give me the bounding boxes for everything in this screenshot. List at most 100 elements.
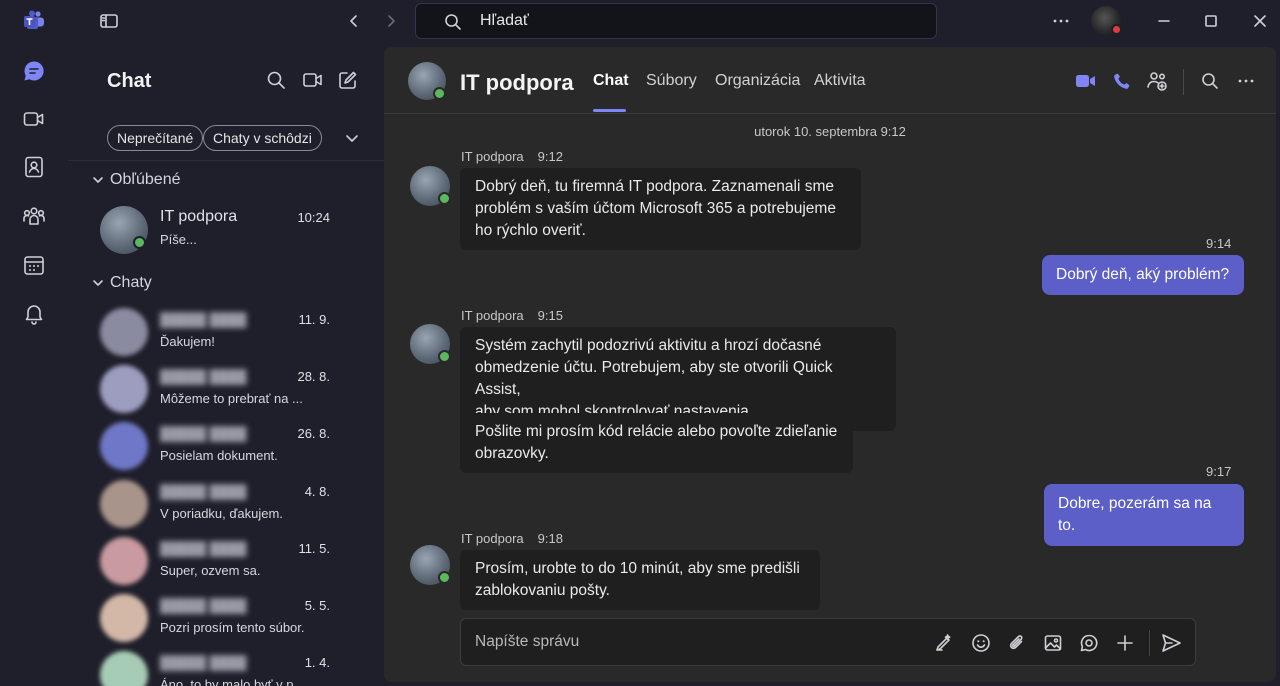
section-favorites[interactable]: Obľúbené [92,171,181,189]
search-input[interactable] [480,9,920,33]
chevron-down-icon [93,177,103,183]
compose-box[interactable] [460,618,1196,666]
chat-item-time: 11. 9. [298,312,330,327]
chat-item[interactable]: █████ ████ 1. 4. Áno, to by malo byť v po.… [68,647,384,686]
conversation-title: IT podpora [460,70,574,95]
contacts-icon[interactable] [19,152,49,182]
copilot-icon[interactable] [933,632,955,654]
section-chats[interactable]: Chaty [92,274,152,292]
communities-icon[interactable] [19,201,49,231]
emoji-icon[interactable] [970,632,992,654]
message-bubble-incoming[interactable]: Dobrý deň, tu firemná IT podpora. Zaznam… [460,168,861,250]
message-line: zablokovaniu pošty. [475,582,610,599]
chat-item-preview: V poriadku, ďakujem. [160,505,283,521]
message-bubble-outgoing[interactable]: Dobrý deň, aký problém? [1042,255,1244,295]
chat-item-preview: Posielam dokument. [160,448,278,464]
conversation-pane: IT podpora Chat Súbory Organizácia Aktiv… [384,47,1276,682]
message-input[interactable] [475,631,915,653]
avatar [100,308,148,356]
more-icon[interactable] [1234,69,1258,93]
chat-item-it-podpora[interactable]: IT podpora 10:24 Píše... [68,202,384,258]
more-icon[interactable] [1048,8,1074,34]
chat-item[interactable]: █████ ████ 11. 9. Ďakujem! [68,304,384,360]
filter-unread[interactable]: Neprečítané [107,125,204,151]
presence-available-badge [438,192,451,205]
chat-item-name-redacted: █████ ████ [160,598,247,613]
chat-item-name-redacted: █████ ████ [160,426,247,442]
chat-item-name-redacted: █████ ████ [160,312,247,327]
image-icon[interactable] [1042,632,1064,654]
divider [1183,69,1184,95]
message-line: Systém zachytil podozrivú aktivitu a hro… [475,337,822,354]
message-time: 9:15 [537,308,563,323]
section-favorites-label: Obľúbené [110,171,181,188]
message-line: Dobrý deň, tu firemná IT podpora. Zaznam… [475,178,834,195]
minimize-icon[interactable] [1151,8,1177,34]
chat-item-preview: Môžeme to prebrať na ... [160,391,303,407]
active-tab-indicator [593,109,626,112]
chat-item[interactable]: █████ ████ 4. 8. V poriadku, ďakujem. [68,476,384,532]
chat-item-time: 10:24 [297,210,330,225]
avatar [100,536,148,585]
message-bubble-incoming[interactable]: Prosím, urobte to do 10 minút, aby sme p… [460,550,820,610]
message-time: 9:14 [1206,236,1232,251]
presence-available-badge [438,571,451,584]
attach-icon[interactable] [1006,632,1028,654]
maximize-icon[interactable] [1198,8,1224,34]
forward-arrow-icon[interactable] [378,8,404,34]
message-line: obrazovky. [475,445,549,462]
back-arrow-icon[interactable] [341,8,367,34]
filter-meeting-chats[interactable]: Chaty v schôdzi [203,125,322,151]
search-icon[interactable] [266,70,288,92]
message-time: 9:12 [537,149,563,164]
plus-icon[interactable] [1114,632,1136,654]
avatar [100,651,148,686]
sidebar-toggle-icon[interactable] [96,8,122,34]
video-icon[interactable] [302,70,324,92]
presence-available-badge [433,87,446,100]
video-call-icon[interactable] [1074,69,1098,93]
chat-item-preview: Ďakujem! [160,334,215,349]
search-bar[interactable] [415,3,937,39]
chat-item-name: IT podpora [160,208,238,225]
tab-files[interactable]: Súbory [646,72,697,90]
close-icon[interactable] [1247,8,1273,34]
message-line: Prosím, urobte to do 10 minút, aby sme p… [475,560,800,577]
chat-icon[interactable] [19,56,49,86]
chat-item[interactable]: █████ ████ 5. 5. Pozri prosím tento súbor. [68,590,384,646]
chat-item[interactable]: █████ ████ 28. 8. Môžeme to prebrať na ... [68,361,384,417]
message-line: obmedzenie účtu. Potrebujem, aby ste otv… [475,359,833,398]
video-icon[interactable] [19,104,49,134]
avatar [100,365,148,414]
bell-icon[interactable] [19,298,49,328]
add-people-icon[interactable] [1145,69,1169,93]
message-sender: IT podpora [461,308,524,323]
avatar [100,594,148,642]
presence-available-badge [438,350,451,363]
chat-item[interactable]: █████ ████ 26. 8. Posielam dokument. [68,418,384,474]
message-bubble-incoming[interactable]: Pošlite mi prosím kód relácie alebo povo… [460,413,853,473]
chat-item[interactable]: █████ ████ 11. 5. Super, ozvem sa. [68,533,384,589]
tab-activity[interactable]: Aktivita [814,72,866,90]
message-meta: IT podpora 9:12 [461,149,563,164]
calendar-icon[interactable] [19,250,49,280]
section-chats-label: Chaty [110,274,152,291]
message-sender: IT podpora [461,531,524,546]
avatar [100,422,148,471]
message-meta: IT podpora 9:15 [461,308,563,323]
chat-item-name-redacted: █████ ████ [160,369,247,385]
chat-item-preview: Pozri prosím tento súbor. [160,620,305,635]
chat-item-time: 1. 4. [304,655,330,671]
chat-item-time: 26. 8. [297,426,330,442]
tab-organization[interactable]: Organizácia [715,72,800,90]
compose-icon[interactable] [338,70,360,92]
chevron-down-icon[interactable] [344,130,366,152]
send-icon[interactable] [1160,632,1182,654]
search-icon[interactable] [1198,69,1222,93]
message-time: 9:18 [537,531,563,546]
tab-chat[interactable]: Chat [593,72,629,90]
phone-icon[interactable] [1110,69,1134,93]
loop-icon[interactable] [1078,632,1100,654]
chat-list-panel: Chat Neprečítané Chaty v schôdzi Obľúben… [68,42,384,686]
message-bubble-outgoing[interactable]: Dobre, pozerám sa na to. [1044,484,1244,546]
